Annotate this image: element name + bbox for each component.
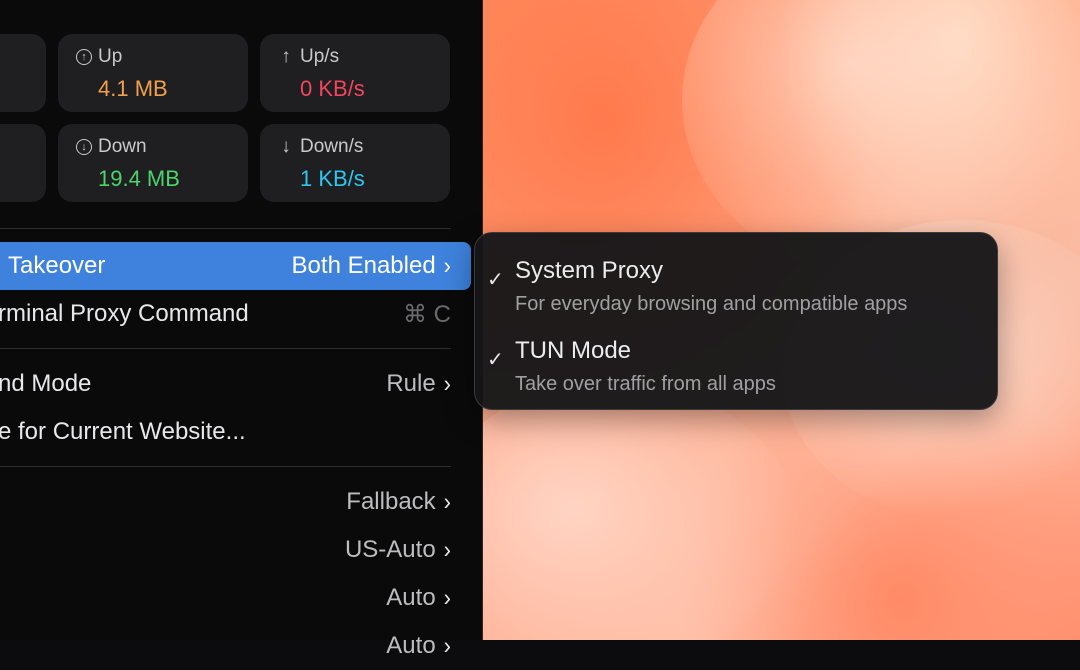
upload-circle-icon: ↑ [76, 49, 92, 65]
stat-label: Down [98, 136, 147, 157]
checkmark-icon: ✓ [487, 349, 504, 371]
stat-label: Up [98, 46, 123, 67]
chevron-right-icon: › [443, 631, 451, 660]
submenu-item-tun-mode[interactable]: ✓ TUN Mode Take over traffic from all ap… [475, 313, 997, 395]
stat-card-up-rate: ↑ Up/s 0 KB/s [260, 34, 450, 112]
menu-item-label: nd Mode [0, 370, 92, 397]
menu-item-proxy-group[interactable]: Auto › [0, 574, 471, 622]
menu-panel: ↑ Up 4.1 MB ↑ Up/s 0 KB/s ↓ Down 19.4 MB… [0, 0, 483, 659]
proxy-group-label: Auto [386, 632, 436, 659]
keyboard-shortcut: ⌘ C [403, 301, 451, 328]
menu-item-terminal-proxy-command[interactable]: rminal Proxy Command ⌘ C [0, 290, 471, 338]
menu-item-label: rminal Proxy Command [0, 300, 249, 327]
stat-value: 0 KB/s [300, 76, 365, 101]
menu-item-proxy-group[interactable]: Fallback › [0, 478, 471, 526]
menu-item-takeover[interactable]: Takeover Both Enabled › [0, 242, 471, 290]
menu-divider [0, 466, 451, 467]
stat-card-up: ↑ Up 4.1 MB [58, 34, 248, 112]
download-circle-icon: ↓ [76, 139, 92, 155]
checkmark-icon: ✓ [487, 269, 504, 291]
chevron-right-icon: › [443, 251, 451, 280]
stat-value: 19.4 MB [98, 166, 180, 191]
stat-card-partial [0, 34, 46, 112]
arrow-down-icon: ↓ [281, 136, 291, 157]
chevron-right-icon: › [443, 369, 451, 398]
proxy-group-label: US-Auto [344, 536, 436, 563]
stat-card-down-rate: ↓ Down/s 1 KB/s [260, 124, 450, 202]
menu-item-outbound-mode[interactable]: nd Mode Rule › [0, 360, 471, 408]
menu-item-value: Rule [386, 370, 436, 397]
submenu-item-title: TUN Mode [515, 337, 632, 364]
menu-divider [0, 228, 451, 229]
submenu-item-description: Take over traffic from all apps [515, 373, 776, 395]
stat-card-down: ↓ Down 19.4 MB [58, 124, 248, 202]
proxy-group-label: Auto [386, 584, 436, 611]
chevron-right-icon: › [443, 583, 451, 612]
stat-value: 4.1 MB [98, 76, 168, 101]
menu-divider [0, 348, 451, 349]
menu-item-proxy-group[interactable]: US-Auto › [0, 526, 471, 574]
chevron-right-icon: › [443, 535, 451, 564]
menu-item-value: Both Enabled [291, 252, 436, 279]
menu-item-label: Takeover [8, 252, 106, 279]
submenu-item-title: System Proxy [515, 257, 664, 284]
menu-item-rule-for-website[interactable]: e for Current Website... [0, 408, 471, 456]
takeover-submenu: ✓ System Proxy For everyday browsing and… [474, 232, 998, 410]
arrow-up-icon: ↑ [281, 46, 291, 67]
chevron-right-icon: › [443, 487, 451, 516]
menu-item-proxy-group[interactable]: Auto › [0, 622, 471, 670]
stat-label: Up/s [300, 46, 340, 67]
stat-label: Down/s [300, 136, 364, 157]
submenu-item-system-proxy[interactable]: ✓ System Proxy For everyday browsing and… [475, 233, 997, 315]
stat-value: 1 KB/s [300, 166, 365, 191]
stat-card-partial [0, 124, 46, 202]
proxy-group-label: Fallback [346, 488, 436, 515]
menu-item-label: e for Current Website... [0, 418, 246, 445]
